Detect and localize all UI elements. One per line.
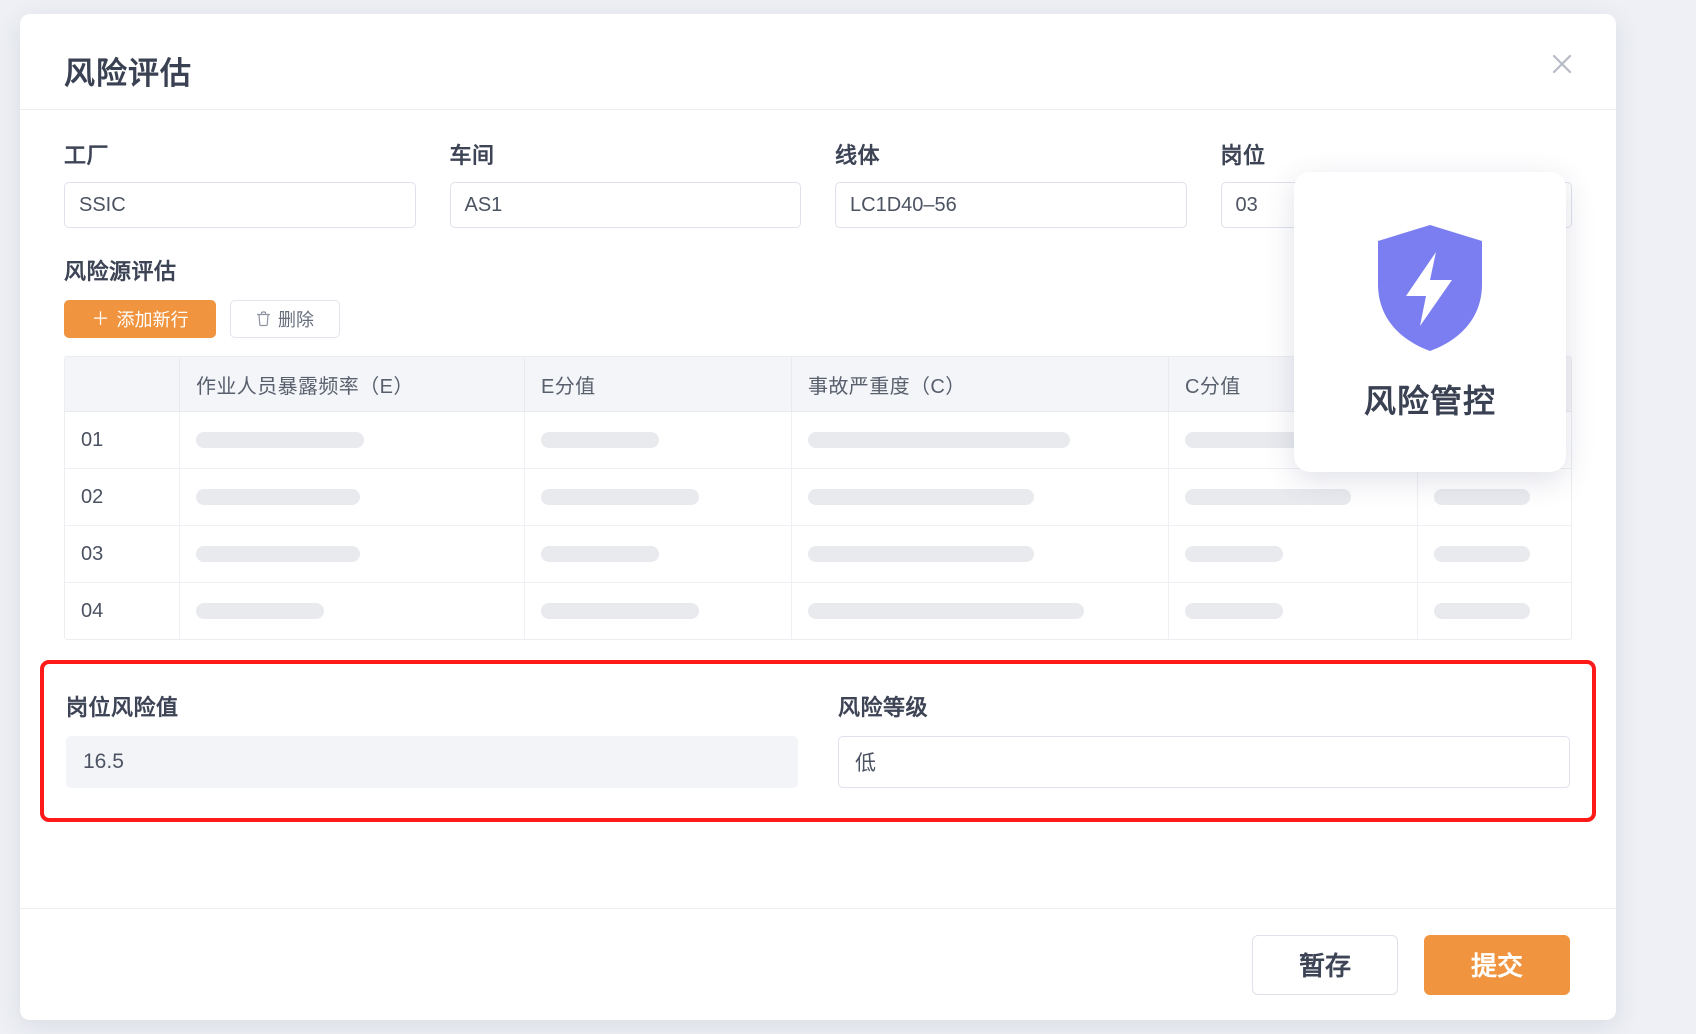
field-factory: 工厂 SSIC (64, 138, 416, 228)
field-workshop-input[interactable]: AS1 (449, 182, 801, 228)
skeleton-placeholder (1185, 489, 1351, 505)
skeleton-placeholder (1434, 546, 1530, 562)
skeleton-placeholder (1185, 603, 1283, 619)
skeleton-placeholder (541, 546, 659, 562)
table-row[interactable]: 02 (65, 468, 1571, 526)
trash-icon (256, 311, 271, 327)
skeleton-placeholder (808, 603, 1084, 619)
risk-control-widget-label: 风险管控 (1363, 383, 1496, 419)
table-header-exposure-frequency: 作业人员暴露频率（E） (179, 357, 525, 412)
delete-row-button[interactable]: 删除 (230, 300, 340, 338)
field-workshop-label: 车间 (449, 143, 495, 168)
plus-icon: ＋ (91, 309, 110, 329)
close-icon[interactable] (1546, 48, 1578, 80)
field-line: 线体 LC1D40–56 (835, 138, 1187, 228)
cell-e-score[interactable] (524, 525, 792, 583)
cell-l[interactable] (1417, 525, 1571, 583)
skeleton-placeholder (196, 546, 360, 562)
cell-e-score[interactable] (524, 582, 792, 639)
field-factory-label: 工厂 (64, 143, 110, 168)
row-index: 04 (65, 582, 180, 639)
cell-exposure-frequency[interactable] (179, 468, 525, 526)
row-index: 02 (65, 468, 180, 526)
table-header-accident-severity: 事故严重度（C） (791, 357, 1169, 412)
cell-l[interactable] (1418, 583, 1572, 640)
save-draft-button[interactable]: 暂存 (1252, 934, 1398, 995)
risk-level-label: 风险等级 (838, 695, 929, 720)
field-factory-input[interactable]: SSIC (64, 182, 416, 228)
submit-button[interactable]: 提交 (1424, 934, 1570, 995)
field-position-risk-value: 岗位风险值 16.5 (66, 690, 798, 788)
cell-e-score[interactable] (524, 411, 792, 469)
skeleton-placeholder (196, 603, 324, 619)
skeleton-placeholder (1434, 603, 1530, 619)
cell-exposure-frequency[interactable] (179, 411, 525, 469)
row-index: 01 (65, 411, 180, 469)
table-row[interactable]: 03 (65, 525, 1571, 583)
add-row-label: 添加新行 (116, 310, 189, 330)
dialog-footer: 暂存 提交 (20, 908, 1616, 1020)
cell-c-score[interactable] (1168, 525, 1418, 583)
table-header-index (65, 357, 180, 412)
result-highlight-band: 岗位风险值 16.5 风险等级 低 (40, 660, 1596, 822)
field-line-label: 线体 (835, 143, 881, 168)
field-line-input[interactable]: LC1D40–56 (835, 182, 1187, 228)
cell-l[interactable] (1417, 468, 1571, 526)
skeleton-placeholder (1185, 546, 1283, 562)
field-risk-level: 风险等级 低 (838, 690, 1570, 788)
skeleton-placeholder (541, 432, 659, 448)
skeleton-placeholder (808, 546, 1034, 562)
table-header-e-score: E分值 (524, 357, 792, 412)
position-risk-value-label: 岗位风险值 (66, 695, 179, 720)
shield-bolt-icon (1370, 222, 1490, 354)
skeleton-placeholder (196, 432, 364, 448)
result-row: 岗位风险值 16.5 风险等级 低 (66, 690, 1570, 788)
field-position-label: 岗位 (1220, 143, 1266, 168)
field-workshop: 车间 AS1 (449, 138, 801, 228)
delete-row-label: 删除 (278, 310, 314, 330)
add-row-button[interactable]: ＋ 添加新行 (64, 300, 216, 338)
row-index: 03 (65, 525, 180, 583)
table-row[interactable]: 04 (65, 582, 1572, 640)
position-risk-value-input: 16.5 (66, 736, 798, 788)
cell-c-score[interactable] (1168, 582, 1418, 639)
dialog-header: 风险评估 (20, 14, 1616, 110)
risk-control-floating-widget[interactable]: 风险管控 (1294, 172, 1566, 472)
cell-accident-severity[interactable] (791, 468, 1169, 526)
skeleton-placeholder (541, 603, 699, 619)
risk-assessment-dialog: 风险评估 工厂 SSIC 车间 AS1 线体 LC1D40–56 岗位 03 风… (20, 14, 1616, 1020)
screen-root: 风险评估 工厂 SSIC 车间 AS1 线体 LC1D40–56 岗位 03 风… (0, 0, 1696, 1034)
skeleton-placeholder (196, 489, 360, 505)
cell-accident-severity[interactable] (791, 411, 1169, 469)
cell-e-score[interactable] (524, 468, 792, 526)
cell-exposure-frequency[interactable] (179, 525, 525, 583)
skeleton-placeholder (1434, 489, 1530, 505)
skeleton-placeholder (808, 489, 1034, 505)
cell-accident-severity[interactable] (791, 525, 1169, 583)
cell-accident-severity[interactable] (791, 582, 1169, 639)
page-title: 风险评估 (64, 56, 192, 91)
cell-c-score[interactable] (1168, 468, 1418, 526)
risk-level-input[interactable]: 低 (838, 736, 1570, 788)
skeleton-placeholder (541, 489, 699, 505)
skeleton-placeholder (808, 432, 1070, 448)
cell-exposure-frequency[interactable] (179, 582, 525, 639)
